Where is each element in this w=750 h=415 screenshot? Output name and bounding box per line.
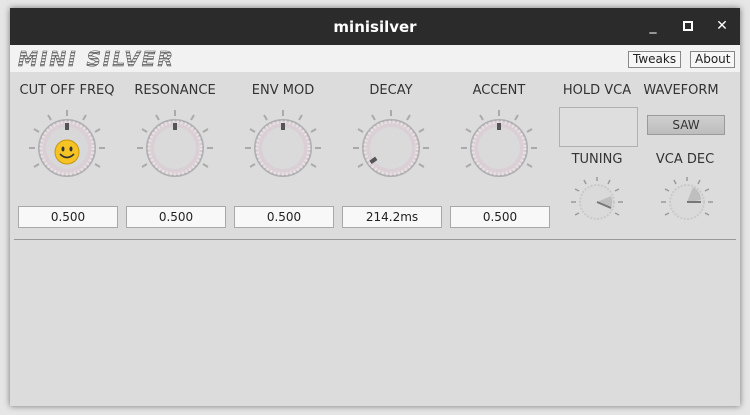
accent-value[interactable]: 0.500 — [450, 206, 550, 228]
toolbar: MINI SILVER Tweaks About — [10, 45, 740, 72]
hold-vca-toggle[interactable] — [559, 107, 638, 147]
smiley-icon — [54, 139, 80, 165]
resonance-value[interactable]: 0.500 — [126, 206, 226, 228]
cutoff-value[interactable]: 0.500 — [18, 206, 118, 228]
tuning-knob[interactable] — [567, 176, 627, 226]
env-mod-knob[interactable] — [243, 108, 323, 188]
close-icon[interactable]: ✕ — [712, 16, 732, 36]
mini-silver-logo: MINI SILVER — [18, 49, 175, 69]
cutoff-knob[interactable] — [27, 108, 107, 188]
tweaks-button[interactable]: Tweaks — [628, 51, 682, 68]
decay-knob[interactable] — [351, 108, 431, 188]
minimize-icon[interactable]: _ — [643, 16, 663, 36]
resonance-label: RESONANCE — [134, 83, 216, 98]
title-bar: minisilver _ ✕ — [10, 8, 740, 45]
waveform-button[interactable]: SAW — [647, 115, 725, 135]
env-mod-value[interactable]: 0.500 — [234, 206, 334, 228]
app-window: minisilver _ ✕ MINI SILVER Tweaks About … — [10, 8, 740, 406]
panel-separator — [14, 239, 736, 240]
waveform-label: WAVEFORM — [643, 83, 719, 98]
env-mod-label: ENV MOD — [251, 83, 315, 98]
decay-label: DECAY — [369, 83, 413, 98]
vca-dec-label: VCA DEC — [655, 152, 715, 167]
about-button[interactable]: About — [690, 51, 736, 68]
decay-value[interactable]: 214.2ms — [342, 206, 442, 228]
cutoff-label: CUT OFF FREQ — [19, 83, 115, 98]
vca-dec-knob[interactable] — [657, 176, 717, 226]
accent-label: ACCENT — [472, 83, 526, 98]
window-title: minisilver — [333, 18, 417, 36]
svg-text:MINI SILVER: MINI SILVER — [18, 49, 175, 69]
accent-knob[interactable] — [459, 108, 539, 188]
maximize-icon[interactable] — [678, 16, 698, 36]
resonance-knob[interactable] — [135, 108, 215, 188]
